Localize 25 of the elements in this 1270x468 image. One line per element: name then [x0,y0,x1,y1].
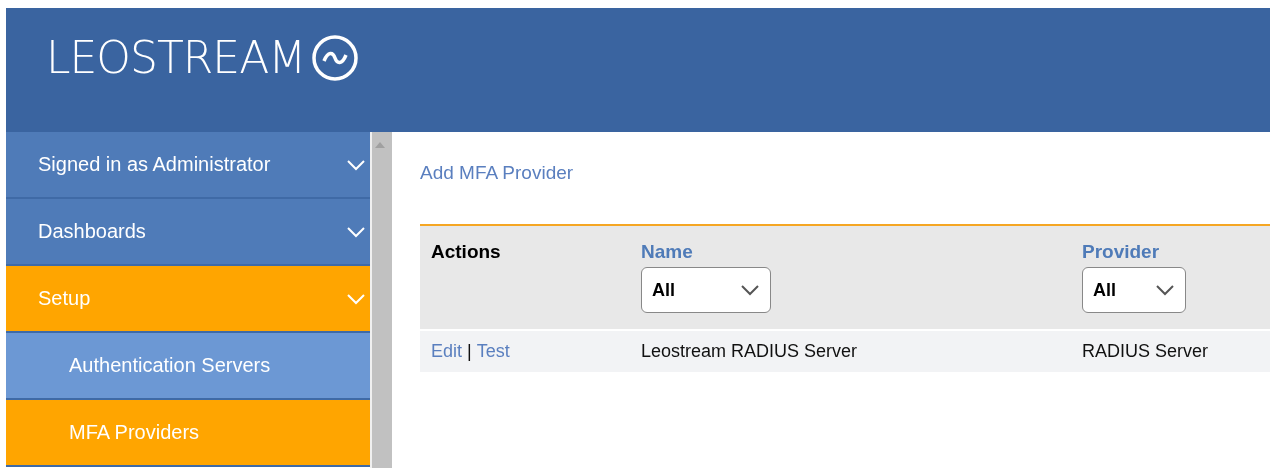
sidebar-item[interactable]: Dashboards [6,199,370,266]
chevron-down-icon [346,225,366,238]
chevron-down-icon [346,158,366,171]
add-provider-link[interactable]: Add MFA Provider [420,162,574,184]
filter-select[interactable]: All [641,267,771,313]
column-title[interactable]: Name [641,241,693,263]
column-title[interactable]: Provider [1082,241,1160,263]
chevron-down-icon [740,284,760,296]
column-title: Actions [431,241,501,263]
separator: | [467,341,472,362]
chevron-down-icon [1155,284,1175,296]
chevron-down-icon [346,292,366,305]
wave-circle-icon [311,33,360,82]
scrollbar[interactable] [370,132,392,468]
sidebar-item[interactable]: Authentication Servers [6,333,370,400]
sidebar-item[interactable]: MFA Providers [6,400,370,467]
action-link[interactable]: Edit [431,341,463,362]
table-cell: RADIUS Server [1071,331,1270,372]
sidebar-item[interactable]: Setup [6,266,370,333]
table-cell: Leostream RADIUS Server [630,331,1071,372]
scroll-up-icon[interactable] [375,142,385,148]
logo-text: LEOSTREAM [46,32,306,83]
filter-select[interactable]: All [1082,267,1186,313]
action-link[interactable]: Test [476,341,510,362]
sidebar-item[interactable]: Signed in as Administrator [6,132,370,199]
